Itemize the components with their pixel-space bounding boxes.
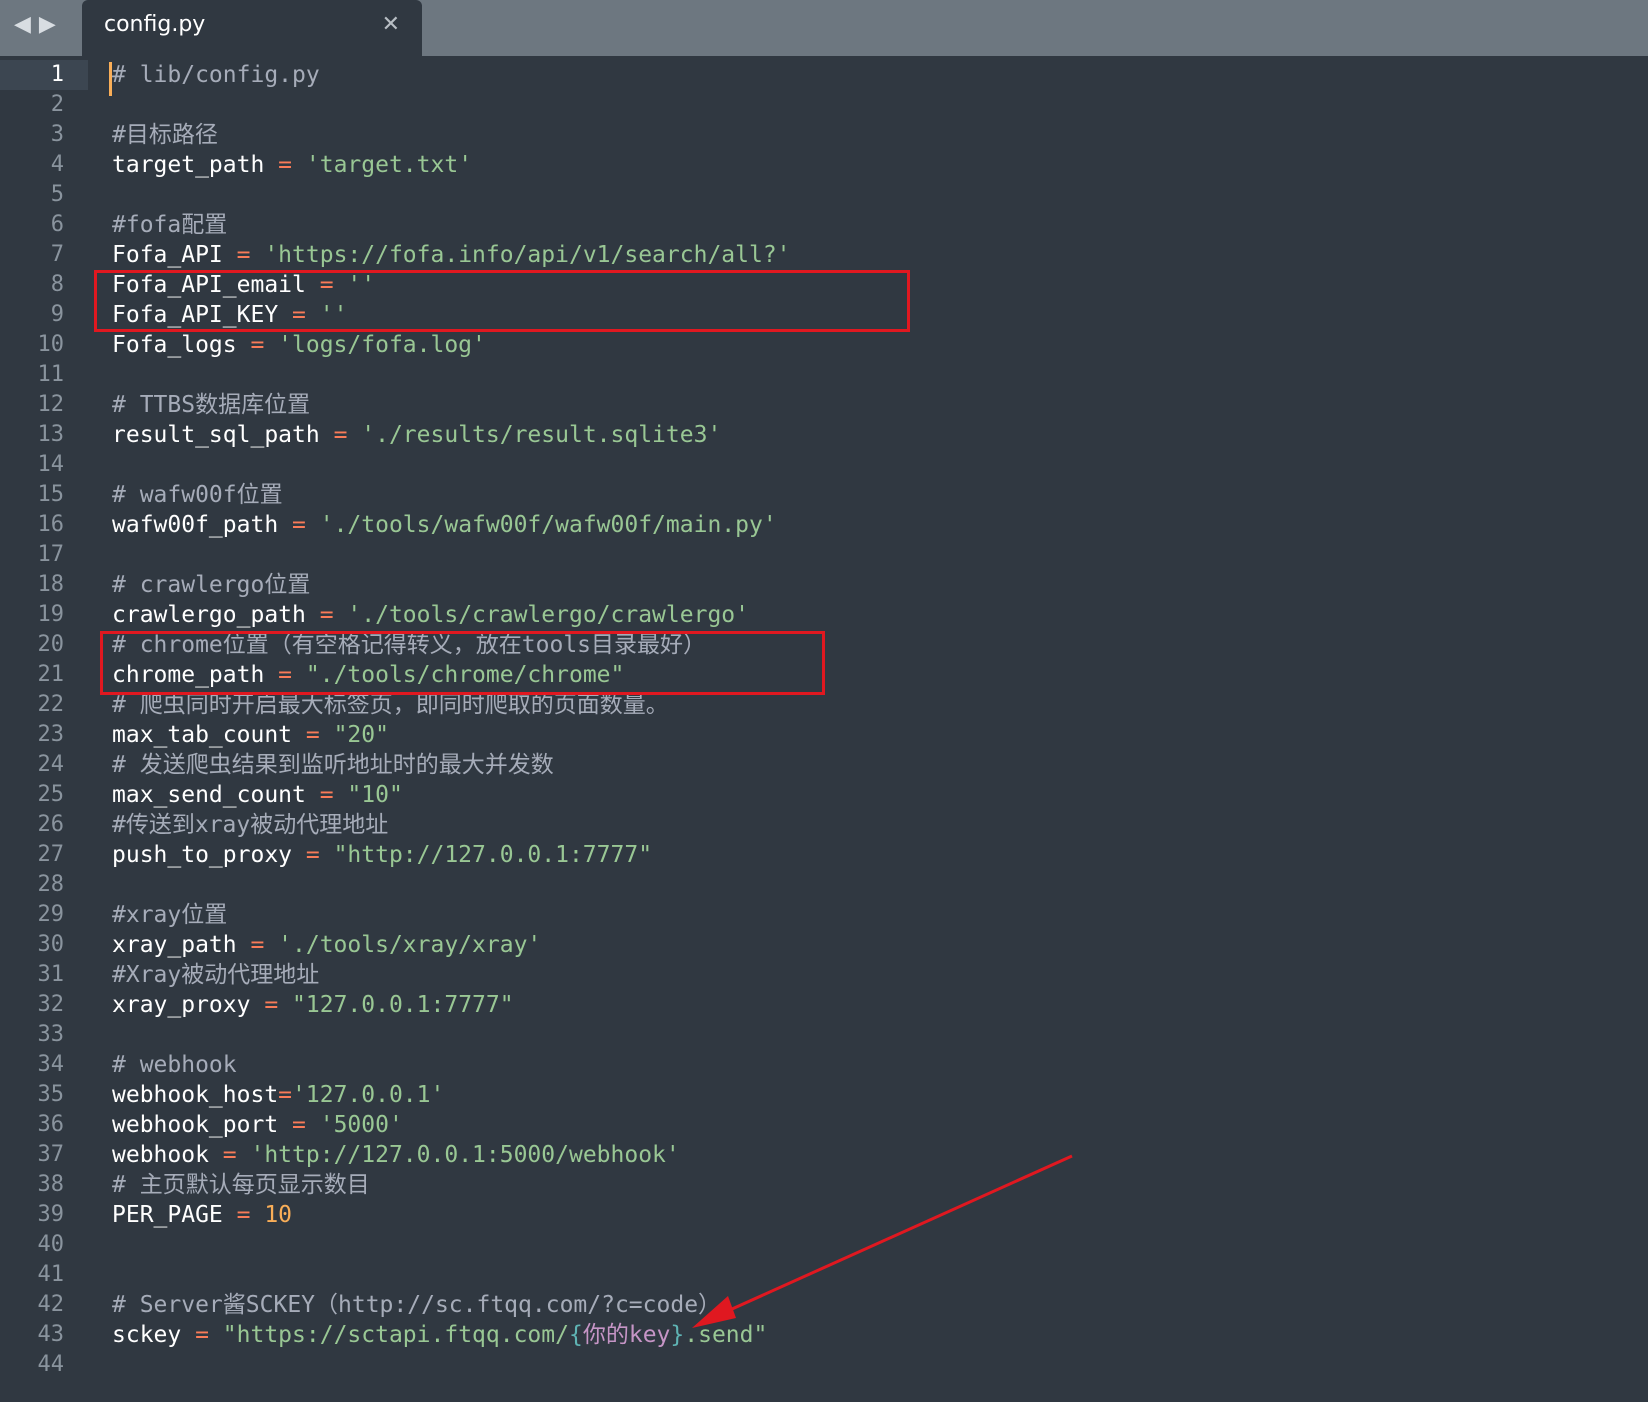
annotation-arrow xyxy=(692,1154,1073,1328)
arrow-shaft xyxy=(711,1154,1073,1320)
arrow-head xyxy=(692,1296,736,1328)
